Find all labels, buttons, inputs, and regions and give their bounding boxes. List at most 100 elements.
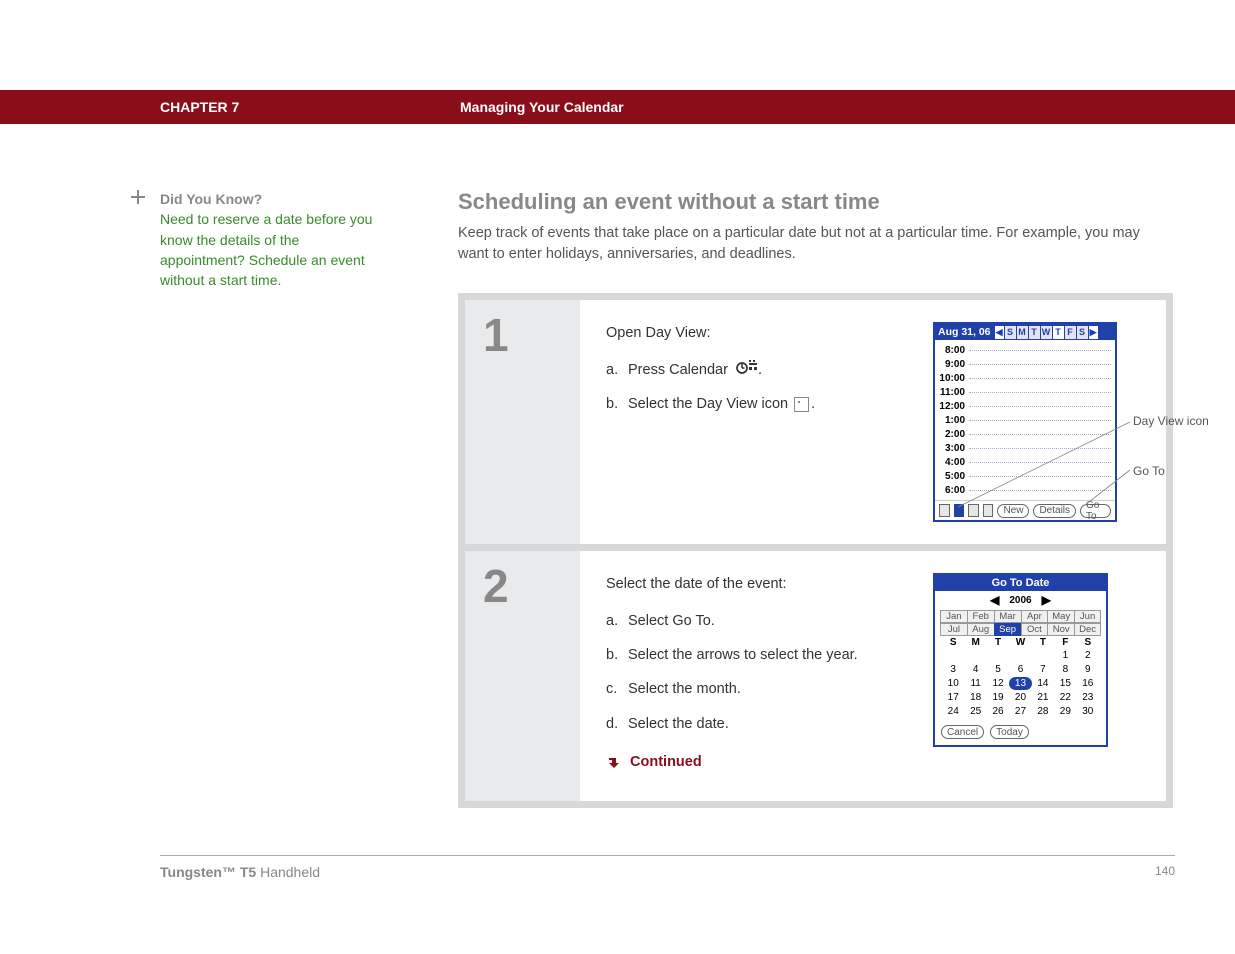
palm-hour-row[interactable]: 3:00	[939, 441, 1115, 455]
palm-dow-cell[interactable]: S	[1077, 326, 1088, 339]
goto-day-cell[interactable]: 26	[987, 705, 1009, 718]
goto-month-cell[interactable]: Jun	[1074, 610, 1101, 623]
palm-hour-row[interactable]: 2:00	[939, 427, 1115, 441]
page-number: 140	[1155, 864, 1175, 880]
palm-hour-row[interactable]: 11:00	[939, 385, 1115, 399]
goto-month-cell[interactable]: Dec	[1074, 623, 1101, 636]
goto-day-cell[interactable]: 9	[1077, 663, 1099, 676]
goto-day-cell[interactable]: 18	[964, 691, 986, 704]
goto-day-cell[interactable]: 22	[1054, 691, 1076, 704]
week-view-icon[interactable]	[968, 504, 979, 517]
calendar-icon	[736, 359, 758, 381]
palm-date: Aug 31, 06	[938, 326, 991, 338]
palm-goto-button[interactable]: Go To	[1080, 504, 1111, 518]
step-2-lead: Select the date of the event:	[606, 573, 933, 595]
year-next-arrow[interactable]: ▶	[1042, 593, 1051, 607]
goto-day-cell[interactable]: 11	[964, 677, 986, 690]
goto-month-cell[interactable]: Sep	[994, 623, 1021, 636]
palm-prev-arrow[interactable]: ◀	[995, 326, 1004, 339]
goto-month-cell[interactable]: Nov	[1047, 623, 1074, 636]
goto-month-cell[interactable]: Jan	[940, 610, 967, 623]
palm-next-arrow[interactable]: ▶	[1089, 326, 1098, 339]
goto-month-cell[interactable]: Oct	[1021, 623, 1048, 636]
year-prev-arrow[interactable]: ◀	[990, 593, 999, 607]
goto-day-cell[interactable]: 1	[1054, 649, 1076, 662]
goto-month-cell[interactable]: Apr	[1021, 610, 1048, 623]
palm-hour-row[interactable]: 12:00	[939, 399, 1115, 413]
did-you-know-title: Did You Know?	[160, 191, 262, 207]
goto-day-cell[interactable]: 16	[1077, 677, 1099, 690]
goto-day-cell[interactable]: 2	[1077, 649, 1099, 662]
chapter-title: Managing Your Calendar	[460, 99, 624, 115]
goto-dow-head-cell: F	[1054, 637, 1076, 648]
palm-hour-row[interactable]: 1:00	[939, 413, 1115, 427]
palm-dow-cell[interactable]: T	[1029, 326, 1040, 339]
palm-dow-cell[interactable]: M	[1017, 326, 1028, 339]
day-view-icon-button[interactable]	[954, 504, 965, 517]
palm-new-button[interactable]: New	[997, 504, 1029, 518]
goto-day-cell[interactable]: 29	[1054, 705, 1076, 718]
goto-day-cell[interactable]: 20	[1009, 691, 1031, 704]
goto-day-cell[interactable]: 8	[1054, 663, 1076, 676]
goto-month-cell[interactable]: Mar	[994, 610, 1021, 623]
goto-day-cell[interactable]: 3	[942, 663, 964, 676]
page-footer: Tungsten™ T5 Handheld 140	[0, 855, 1235, 888]
product-name: Tungsten™ T5 Handheld	[160, 864, 320, 880]
goto-today-button[interactable]: Today	[990, 725, 1029, 739]
goto-day-cell[interactable]: 14	[1032, 677, 1054, 690]
goto-dow-head-cell: T	[1032, 637, 1054, 648]
goto-day-cell	[987, 649, 1009, 662]
goto-dow-head-cell: S	[1077, 637, 1099, 648]
chapter-header: CHAPTER 7 Managing Your Calendar	[0, 90, 1235, 124]
goto-day-cell[interactable]: 23	[1077, 691, 1099, 704]
goto-day-cell[interactable]: 4	[964, 663, 986, 676]
palm-dow-cell[interactable]: W	[1041, 326, 1052, 339]
step-2c: c. Select the month.	[606, 678, 933, 700]
goto-week-row: 24252627282930	[942, 705, 1099, 718]
goto-day-cell[interactable]: 5	[987, 663, 1009, 676]
goto-day-cell[interactable]: 19	[987, 691, 1009, 704]
goto-dow-head-cell: W	[1009, 637, 1031, 648]
goto-day-cell[interactable]: 17	[942, 691, 964, 704]
continued-arrow-icon	[606, 751, 620, 773]
goto-day-cell[interactable]: 27	[1009, 705, 1031, 718]
step-2: 2 Select the date of the event: a. Selec…	[465, 551, 1166, 801]
palm-dow-cell[interactable]: T	[1053, 326, 1064, 339]
palm-hour-row[interactable]: 4:00	[939, 455, 1115, 469]
palm-hour-row[interactable]: 10:00	[939, 371, 1115, 385]
goto-day-cell[interactable]: 15	[1054, 677, 1076, 690]
intro-paragraph: Keep track of events that take place on …	[458, 223, 1173, 265]
goto-day-cell[interactable]: 7	[1032, 663, 1054, 676]
goto-week-row: 12	[942, 649, 1099, 662]
step-2b: b. Select the arrows to select the year.	[606, 644, 933, 666]
palm-dow-cell[interactable]: S	[1005, 326, 1016, 339]
goto-week-row: 10111213141516	[942, 677, 1099, 690]
goto-day-cell[interactable]: 28	[1032, 705, 1054, 718]
goto-month-cell[interactable]: Jul	[940, 623, 967, 636]
day-view-icon	[794, 397, 809, 412]
goto-month-cell[interactable]: May	[1047, 610, 1074, 623]
month-view-icon[interactable]	[983, 504, 994, 517]
goto-day-cell	[1009, 649, 1031, 662]
goto-dialog-title: Go To Date	[935, 575, 1106, 591]
goto-month-cell[interactable]: Aug	[967, 623, 994, 636]
goto-day-cell[interactable]: 24	[942, 705, 964, 718]
palm-hour-row[interactable]: 8:00	[939, 343, 1115, 357]
palm-hour-row[interactable]: 6:00	[939, 483, 1115, 497]
agenda-view-icon[interactable]	[939, 504, 950, 517]
palm-hour-row[interactable]: 5:00	[939, 469, 1115, 483]
did-you-know-text: Need to reserve a date before you know t…	[160, 211, 372, 288]
goto-date-dialog: Go To Date ◀ 2006 ▶ JanFebMarAprMayJunJu…	[933, 573, 1108, 747]
palm-details-button[interactable]: Details	[1033, 504, 1076, 518]
goto-day-cell[interactable]: 12	[987, 677, 1009, 690]
goto-day-cell[interactable]: 6	[1009, 663, 1031, 676]
goto-day-cell[interactable]: 30	[1077, 705, 1099, 718]
goto-day-cell[interactable]: 13	[1009, 677, 1031, 690]
goto-day-cell[interactable]: 10	[942, 677, 964, 690]
palm-hour-row[interactable]: 9:00	[939, 357, 1115, 371]
goto-day-cell[interactable]: 25	[964, 705, 986, 718]
goto-month-cell[interactable]: Feb	[967, 610, 994, 623]
goto-day-cell[interactable]: 21	[1032, 691, 1054, 704]
palm-dow-cell[interactable]: F	[1065, 326, 1076, 339]
goto-cancel-button[interactable]: Cancel	[941, 725, 984, 739]
